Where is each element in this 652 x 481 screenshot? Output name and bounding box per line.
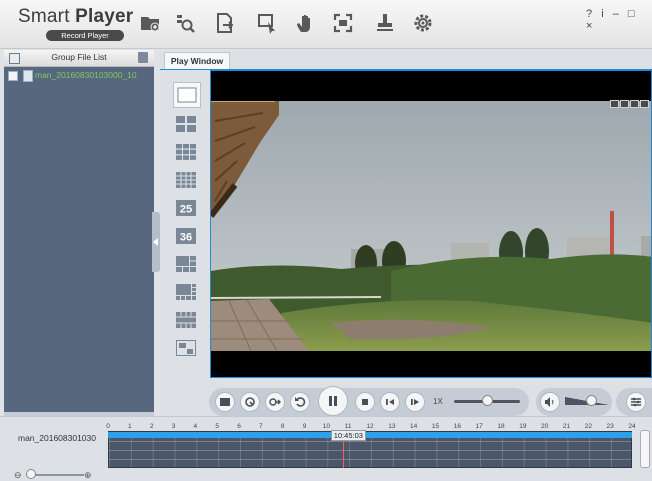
- timeline-hour-label: 24: [628, 423, 636, 430]
- layout-1plus12-button[interactable]: [174, 310, 198, 330]
- file-name: man_20160830103000_10: [35, 70, 137, 80]
- step-back-button[interactable]: [380, 392, 400, 412]
- clip-icon[interactable]: [254, 10, 280, 36]
- timeline-hour-label: 16: [453, 423, 461, 430]
- settings-icon[interactable]: [410, 10, 436, 36]
- step-forward-button[interactable]: [405, 392, 425, 412]
- timeline-hour-label: 18: [497, 423, 505, 430]
- app-title-regular: Smart: [18, 6, 76, 27]
- video-overlay-controls: [610, 100, 649, 109]
- info-button[interactable]: i: [601, 8, 606, 20]
- filter-icon[interactable]: [626, 392, 646, 412]
- tab-play-window[interactable]: Play Window: [164, 52, 230, 70]
- timeline-hour-label: 6: [237, 423, 241, 430]
- file-list-item[interactable]: man_20160830103000_10: [8, 70, 152, 82]
- timeline-hour-label: 8: [280, 423, 285, 430]
- export-icon[interactable]: [212, 10, 238, 36]
- timeline-hour-label: 10: [322, 423, 330, 430]
- speed-label: 1X: [433, 397, 443, 406]
- timeline-file-label: man_201608301030: [18, 433, 96, 443]
- timeline-hour-label: 3: [171, 423, 176, 430]
- layout-1-button[interactable]: [173, 82, 201, 108]
- group-file-list-header: Group File List: [4, 50, 154, 67]
- layout-9-button[interactable]: [174, 142, 198, 162]
- timeline-hour-label: 2: [149, 423, 154, 430]
- file-checkbox[interactable]: [8, 71, 18, 81]
- open-folder-icon[interactable]: [137, 10, 163, 36]
- layout-16-button[interactable]: [174, 170, 198, 190]
- timeline-hour-label: 15: [431, 423, 440, 430]
- timeline-record-bar[interactable]: [108, 432, 632, 438]
- stop-button[interactable]: [355, 392, 375, 412]
- sync-button[interactable]: [265, 392, 285, 412]
- app-subtitle: Record Player: [46, 30, 124, 41]
- collapse-panel-button[interactable]: [152, 212, 160, 272]
- timeline-hour-label: 17: [475, 423, 483, 430]
- timeline-hour-label: 7: [259, 423, 263, 430]
- clip-list-button[interactable]: [215, 392, 235, 412]
- layout-custom-button[interactable]: [174, 338, 198, 358]
- close-button[interactable]: ×: [586, 20, 595, 32]
- timeline-hour-label: 20: [541, 423, 549, 430]
- close-video-icon[interactable]: [640, 100, 649, 108]
- timeline-hour-ruler: 0 1 2 3 4 5 6 7 8 9 10 11 12 13 14 15 16 17 18 19 20 21 22 23 24: [106, 423, 636, 431]
- minimize-button[interactable]: –: [613, 8, 622, 20]
- timeline-scrollbar[interactable]: [640, 430, 650, 468]
- audio-icon[interactable]: [630, 100, 639, 108]
- video-window[interactable]: [210, 70, 652, 378]
- maximize-button[interactable]: □: [628, 8, 638, 20]
- search-file-icon[interactable]: [172, 10, 198, 36]
- timeline-zoom-knob[interactable]: [26, 469, 36, 479]
- zoom-out-icon[interactable]: ⊖: [14, 470, 22, 481]
- timeline-hour-label: 1: [128, 423, 132, 430]
- snapshot-icon[interactable]: [610, 100, 619, 108]
- timeline-hour-label: 11: [344, 423, 352, 430]
- layout-4-button[interactable]: [174, 114, 198, 134]
- timeline-hour-label: 14: [410, 423, 418, 430]
- timeline-hour-label: 23: [606, 423, 614, 430]
- layout-36-label: 36: [180, 232, 192, 244]
- speed-slider-knob[interactable]: [482, 395, 493, 406]
- layout-1plus5-button[interactable]: [174, 254, 198, 274]
- layout-36-button[interactable]: 36: [174, 226, 198, 246]
- timeline-hour-label: 13: [388, 423, 396, 430]
- trash-icon[interactable]: [138, 52, 148, 63]
- window-controls: ? i – □ ×: [586, 8, 652, 32]
- file-icon: [23, 70, 33, 82]
- layout-1plus7-button[interactable]: [174, 282, 198, 302]
- hand-icon[interactable]: [293, 10, 319, 36]
- layout-25-button[interactable]: 25: [174, 198, 198, 218]
- video-frame: [211, 101, 651, 351]
- fullscreen-icon[interactable]: [330, 10, 356, 36]
- volume-icon[interactable]: [540, 392, 560, 412]
- timeline-hour-label: 0: [106, 423, 110, 430]
- group-file-list-title: Group File List: [51, 52, 107, 62]
- timeline-hour-label: 21: [562, 423, 571, 430]
- zoom-in-icon[interactable]: ⊕: [84, 470, 92, 481]
- group-file-list-panel: [4, 50, 154, 412]
- stamp-icon[interactable]: [372, 10, 398, 36]
- timeline-current-time: 10:45:03: [330, 430, 366, 441]
- loop-button[interactable]: [240, 392, 260, 412]
- timeline-hour-label: 12: [366, 423, 374, 430]
- pause-button[interactable]: [318, 386, 348, 416]
- timeline-hour-label: 9: [302, 423, 307, 430]
- zoom-icon[interactable]: [620, 100, 629, 108]
- timeline-hour-label: 19: [519, 423, 527, 430]
- rewind-button[interactable]: [290, 392, 310, 412]
- timeline-hour-label: 22: [584, 423, 592, 430]
- timeline-hour-label: 5: [215, 423, 219, 430]
- app-title-bold: Player: [75, 6, 134, 27]
- layout-selector: 25 36: [164, 72, 208, 372]
- help-button[interactable]: ?: [586, 8, 595, 20]
- layout-25-label: 25: [180, 204, 192, 216]
- app-title: Smart Player: [18, 6, 133, 28]
- timeline-hour-label: 4: [193, 423, 198, 430]
